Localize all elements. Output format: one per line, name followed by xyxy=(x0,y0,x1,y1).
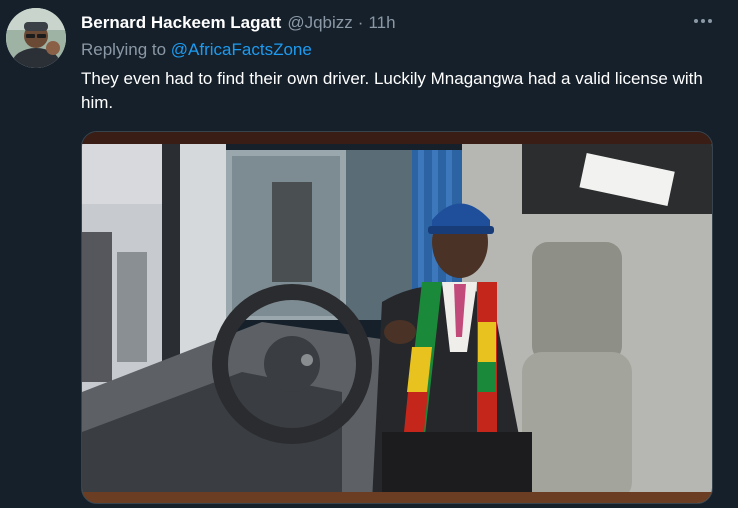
profile-avatar[interactable] xyxy=(6,8,66,68)
more-options-button[interactable] xyxy=(690,10,716,32)
more-options-icon xyxy=(694,19,712,23)
tweet-card[interactable]: Bernard Hackeem Lagatt @Jqbizz · 11h Rep… xyxy=(0,0,738,508)
tweet-timestamp[interactable]: 11h xyxy=(368,13,395,33)
avatar-image xyxy=(6,8,66,68)
header-separator: · xyxy=(357,13,364,32)
tweet-header: Bernard Hackeem Lagatt @Jqbizz · 11h xyxy=(81,12,698,34)
author-handle[interactable]: @Jqbizz xyxy=(287,13,352,33)
tweet-photo[interactable] xyxy=(81,131,713,504)
author-display-name[interactable]: Bernard Hackeem Lagatt xyxy=(81,13,281,33)
tweet-text: They even had to find their own driver. … xyxy=(81,69,703,112)
photo-bus-driver-seat xyxy=(82,132,712,503)
replying-to-mention[interactable]: @AfricaFactsZone xyxy=(171,40,312,59)
replying-to-prefix: Replying to xyxy=(81,40,167,59)
replying-to-line: Replying to @AfricaFactsZone xyxy=(81,40,312,60)
